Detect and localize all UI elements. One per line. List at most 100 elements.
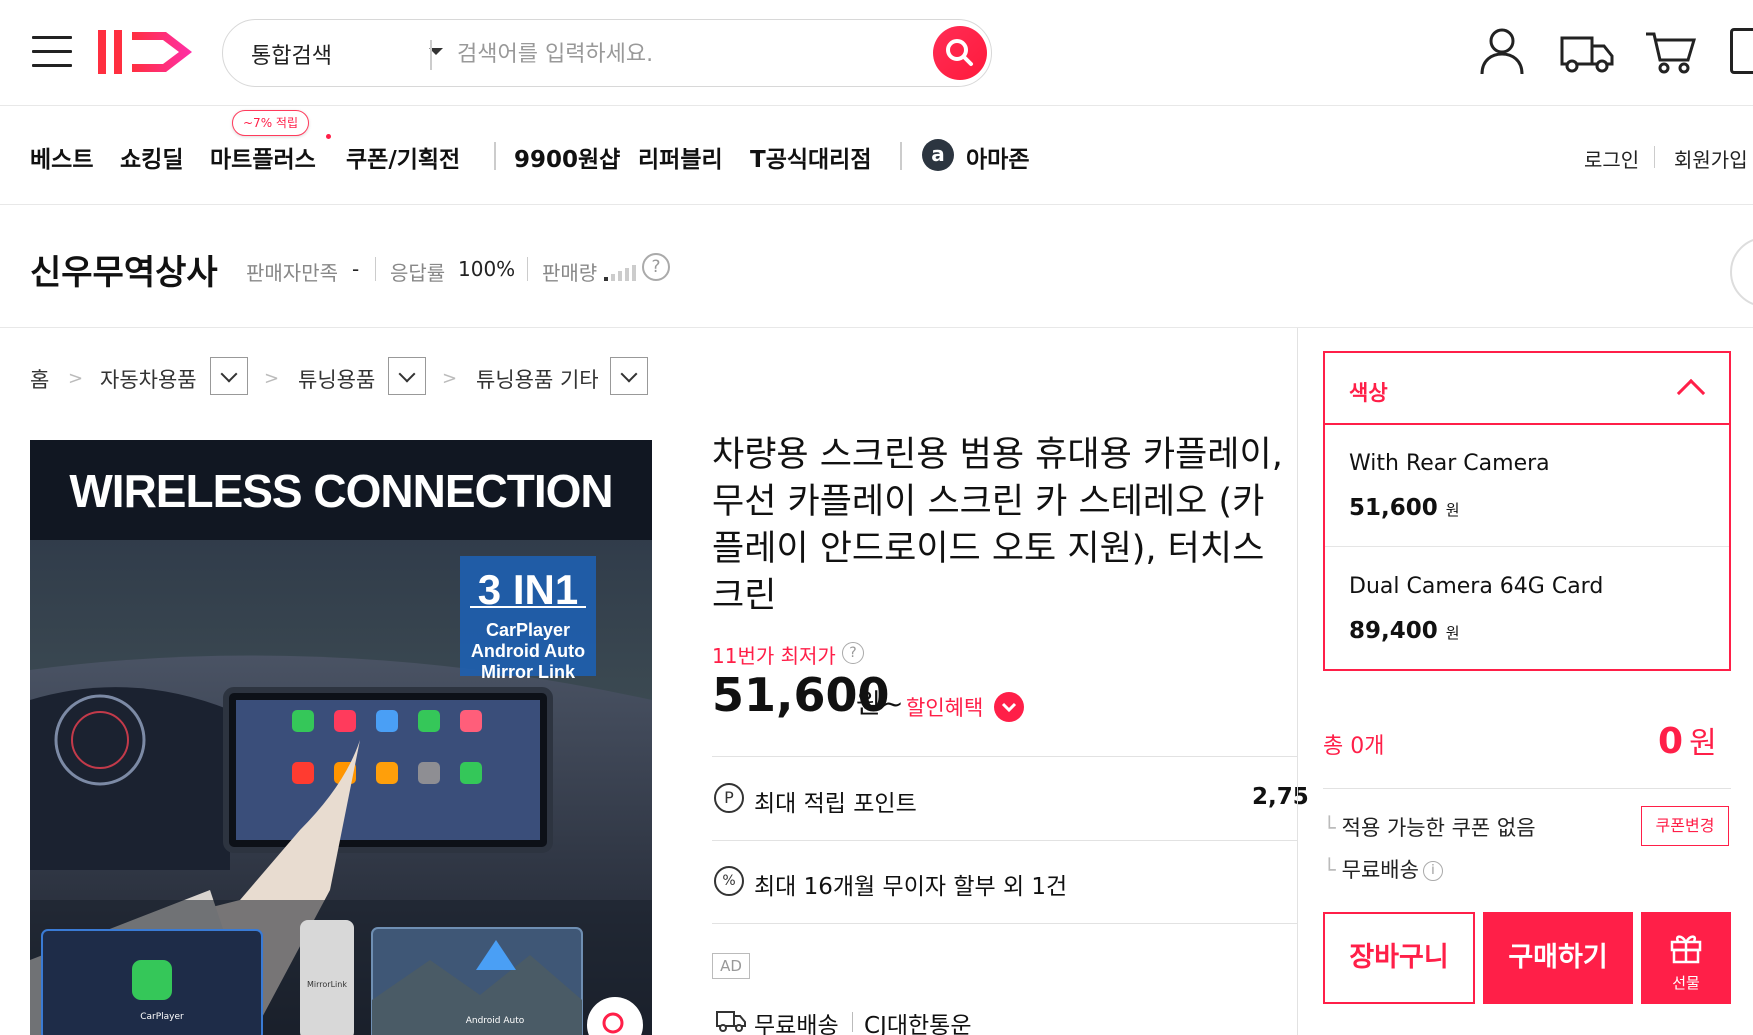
truck-icon [716, 1011, 746, 1032]
chevron-right-icon: > [442, 368, 458, 389]
search-category-select[interactable]: 통합검색 [251, 38, 443, 69]
truck-icon[interactable] [1560, 26, 1614, 76]
search-input[interactable] [457, 36, 907, 72]
option-price-unit: 원 [1445, 501, 1460, 519]
nav-item-refurbished[interactable]: 리퍼블리 [638, 140, 723, 174]
nav-divider [900, 142, 902, 170]
option-item[interactable]: With Rear Camera 51,600 원 [1325, 425, 1729, 547]
free-shipping-label: 무료배송 [754, 1013, 839, 1035]
nav-item-9900[interactable]: 9900원샵 [514, 140, 620, 174]
buy-now-button[interactable]: 구매하기 [1483, 912, 1633, 1004]
divider [1323, 788, 1731, 789]
image-badge-line-1: CarPlayer [485, 620, 571, 640]
add-to-cart-button[interactable]: 장바구니 [1323, 912, 1475, 1004]
option-select-box: 색상 With Rear Camera 51,600 원 Dual Camera … [1323, 351, 1731, 671]
chevron-down-icon[interactable] [994, 692, 1024, 722]
free-shipping-text: 무료배송 [1341, 858, 1419, 882]
nav-item-t-store[interactable]: T공식대리점 [750, 140, 872, 174]
breadcrumb-dropdown-3[interactable] [610, 357, 648, 395]
breadcrumb-level-3[interactable]: 튜닝용품 기타 [476, 364, 599, 394]
help-icon[interactable]: ? [842, 642, 864, 664]
breadcrumb-home[interactable]: 홈 [30, 364, 49, 394]
total-count: 총 0개 [1323, 734, 1385, 759]
seller-satisfaction-label: 판매자만족 [246, 261, 338, 285]
nav-divider [494, 142, 496, 170]
divider [852, 1012, 853, 1032]
sales-level-icon [604, 265, 636, 281]
mart-plus-badge: ~7% 적립 [232, 110, 309, 136]
search-category-label: 통합검색 [251, 44, 332, 69]
seller-action-button[interactable] [1730, 237, 1753, 307]
image-badge-line-2: Android Auto [470, 641, 586, 661]
signup-link[interactable]: 회원가입 [1674, 144, 1748, 173]
nav-item-mart-plus[interactable]: 마트플러스 [210, 140, 316, 174]
coupon-row: └ 적용 가능한 쿠폰 없음 [1323, 812, 1536, 842]
option-item[interactable]: Dual Camera 64G Card 89,400 원 [1325, 548, 1729, 670]
gift-button[interactable]: 선물 [1641, 912, 1731, 1004]
seller-name[interactable]: 신우무역상사 [30, 245, 218, 294]
chevron-right-icon: > [264, 368, 280, 389]
new-dot [326, 134, 331, 139]
breadcrumb-dropdown-1[interactable] [210, 357, 248, 395]
thumb-label-mirrorlink: MirrorLink [307, 980, 347, 989]
tree-branch-icon: └ [1323, 858, 1336, 882]
thumb-label-carplayer: CarPlayer [140, 1012, 184, 1022]
seller-sales-label: 판매량 [542, 261, 598, 285]
menu-icon[interactable] [32, 36, 72, 68]
image-badge-title: 3 IN1 [477, 566, 579, 613]
search-icon [946, 39, 973, 66]
login-link[interactable]: 로그인 [1584, 144, 1639, 173]
change-coupon-button[interactable]: 쿠폰변경 [1641, 806, 1729, 846]
search-divider [430, 40, 432, 70]
option-price-value: 89,400 [1349, 618, 1438, 644]
gift-icon [1670, 935, 1702, 964]
nav-item-coupon[interactable]: 쿠폰/기획전 [346, 140, 460, 174]
gift-label: 선물 [1672, 974, 1700, 992]
price-unit: 원~ [856, 689, 904, 720]
breadcrumb-dropdown-2[interactable] [388, 357, 426, 395]
seller-divider [375, 257, 376, 281]
recent-view-icon[interactable] [1730, 28, 1753, 74]
cart-icon[interactable] [1644, 26, 1696, 76]
discount-benefit-link[interactable]: 할인혜택 [906, 692, 983, 722]
image-headline: WIRELESS CONNECTION [69, 465, 613, 517]
max-points-label: 최대 적립 포인트 [754, 791, 917, 817]
divider [712, 923, 1297, 924]
image-badge-line-3: Mirror Link [480, 662, 575, 682]
installment-icon: % [714, 866, 744, 896]
nav-item-best[interactable]: 베스트 [30, 140, 93, 174]
option-header[interactable]: 색상 [1325, 353, 1729, 425]
option-price: 51,600 원 [1349, 495, 1460, 521]
total-price-unit: 원 [1689, 726, 1717, 761]
nav-item-amazon[interactable]: 아마존 [966, 140, 1029, 174]
amazon-icon: a [922, 139, 954, 171]
user-icon[interactable] [1476, 26, 1528, 76]
courier-label: CJ대한통운 [864, 1013, 972, 1035]
installment-info[interactable]: 최대 16개월 무이자 할부 외 1건 [754, 867, 1067, 901]
ad-badge: AD [712, 953, 750, 979]
logo-11st[interactable] [96, 26, 206, 78]
info-icon[interactable]: i [1422, 861, 1443, 881]
search-button[interactable] [933, 26, 987, 80]
product-title: 차량용 스크린용 범용 휴대용 카플레이, 무선 카플레이 스크린 카 스테레오… [712, 435, 1283, 616]
breadcrumb-level-1[interactable]: 자동차용품 [100, 364, 197, 394]
total-price: 0원 [1658, 718, 1717, 762]
option-price-unit: 원 [1445, 624, 1460, 642]
seller-satisfaction-value: - [352, 257, 360, 281]
main-nav: 베스트 쇼킹딜 ~7% 적립 마트플러스 쿠폰/기획전 9900원샵 리퍼블리 … [0, 106, 1753, 205]
total-price-value: 0 [1658, 721, 1684, 762]
help-icon[interactable]: ? [642, 253, 670, 281]
option-price-value: 51,600 [1349, 495, 1438, 521]
seller-divider [527, 257, 528, 281]
points-icon: P [714, 783, 744, 813]
seller-response-value: 100% [458, 257, 516, 281]
panel-divider [1297, 328, 1298, 1035]
option-name: With Rear Camera [1349, 451, 1550, 476]
max-points-value: 2,75 [1252, 784, 1309, 810]
breadcrumb-level-2[interactable]: 튜닝용품 [298, 364, 375, 394]
nav-item-shocking-deal[interactable]: 쇼킹딜 [120, 140, 183, 174]
option-name: Dual Camera 64G Card [1349, 574, 1604, 599]
tree-branch-icon: └ [1323, 816, 1336, 840]
chevron-up-icon [1676, 378, 1706, 408]
product-image[interactable]: WIRELESS CONNECTION 3 IN1 CarPlayer Andr… [30, 440, 652, 1035]
